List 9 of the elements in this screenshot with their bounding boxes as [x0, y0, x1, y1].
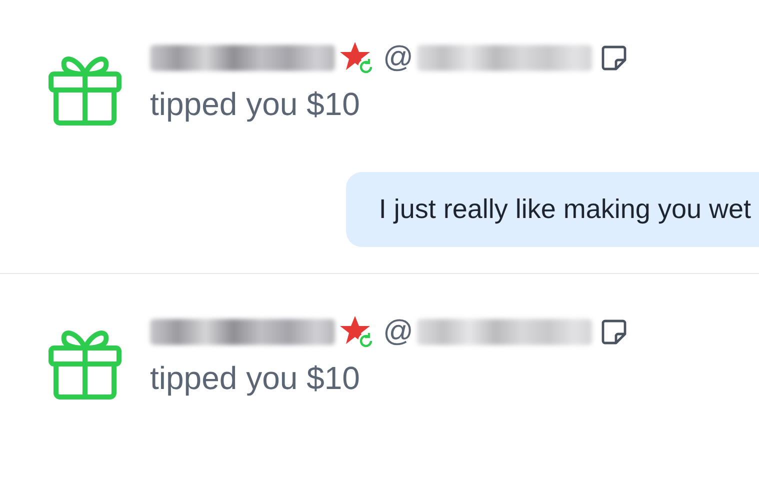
notification-text: tipped you $10	[150, 86, 361, 123]
star-icon	[339, 40, 375, 76]
note-icon[interactable]	[600, 44, 628, 72]
star-icon	[339, 314, 375, 350]
message-bubble: I just really like making you wet	[346, 172, 759, 247]
at-sign: @	[383, 315, 414, 349]
note-icon[interactable]	[600, 318, 628, 346]
at-sign: @	[383, 41, 414, 75]
notification-text: tipped you $10	[150, 360, 361, 397]
